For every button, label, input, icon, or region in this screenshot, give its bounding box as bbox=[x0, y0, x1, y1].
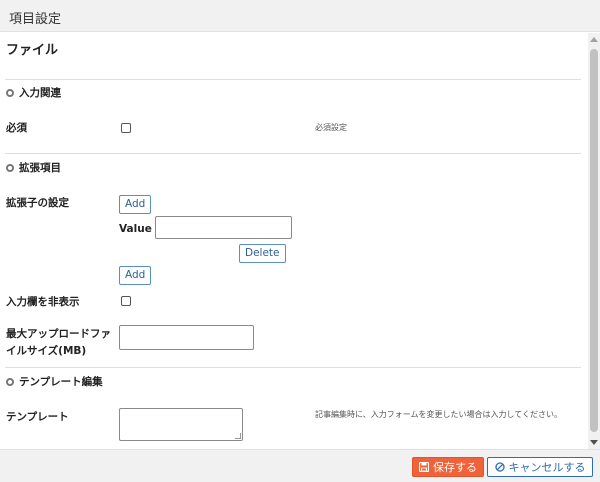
max-upload-input[interactable] bbox=[119, 325, 254, 350]
add-extension-button[interactable]: Add bbox=[119, 195, 152, 214]
cancel-button[interactable]: キャンセルする bbox=[487, 457, 593, 477]
file-heading: ファイル bbox=[6, 43, 59, 58]
extension-setting-label: 拡張子の設定 bbox=[6, 197, 69, 209]
dialog-titlebar: 項目設定 bbox=[0, 0, 600, 32]
section-template: テンプレート編集 bbox=[6, 374, 103, 389]
resize-grip-icon[interactable] bbox=[235, 433, 241, 439]
section-input-title: 入力関連 bbox=[19, 87, 61, 99]
hide-input-checkbox[interactable] bbox=[121, 296, 131, 306]
add-extension-row-button[interactable]: Add bbox=[119, 266, 152, 285]
save-icon bbox=[419, 462, 429, 472]
divider bbox=[5, 79, 581, 80]
hide-input-label: 入力欄を非表示 bbox=[6, 296, 80, 308]
gear-icon bbox=[6, 377, 14, 386]
scroll-up-arrow-icon[interactable] bbox=[590, 37, 598, 42]
value-label: Value bbox=[119, 223, 152, 235]
vertical-scrollbar[interactable] bbox=[588, 33, 600, 449]
gear-icon bbox=[6, 88, 14, 97]
template-label: テンプレート bbox=[6, 411, 69, 423]
max-upload-label-line1: 最大アップロードファ bbox=[6, 328, 111, 340]
scroll-down-arrow-icon[interactable] bbox=[590, 440, 598, 445]
dialog-footer: 保存する キャンセルする bbox=[0, 449, 600, 482]
template-hint: 記事編集時に、入力フォームを変更したい場合は入力してください。 bbox=[315, 410, 563, 419]
max-upload-label-line2: イルサイズ(MB) bbox=[6, 345, 87, 357]
required-checkbox[interactable] bbox=[121, 123, 131, 133]
dialog-title: 項目設定 bbox=[9, 12, 62, 27]
template-textarea[interactable] bbox=[119, 408, 243, 441]
dialog-content: ファイル 入力関連 必須 必須設定 拡張項目 拡張子の設定 Add Value … bbox=[0, 33, 588, 449]
divider bbox=[5, 153, 581, 154]
required-hint: 必須設定 bbox=[315, 123, 347, 132]
cancel-label: キャンセルする bbox=[508, 461, 586, 474]
cancel-icon bbox=[494, 462, 505, 472]
save-label: 保存する bbox=[433, 461, 477, 474]
delete-extension-button[interactable]: Delete bbox=[239, 244, 286, 263]
section-template-title: テンプレート編集 bbox=[19, 376, 103, 388]
extension-value-input[interactable] bbox=[155, 216, 292, 239]
section-extension-title: 拡張項目 bbox=[19, 162, 61, 174]
section-extension: 拡張項目 bbox=[6, 160, 61, 175]
required-label: 必須 bbox=[6, 122, 27, 134]
section-input: 入力関連 bbox=[6, 85, 61, 100]
save-button[interactable]: 保存する bbox=[412, 457, 484, 477]
gear-icon bbox=[6, 163, 14, 172]
scroll-thumb[interactable] bbox=[590, 49, 598, 432]
divider bbox=[5, 367, 581, 368]
